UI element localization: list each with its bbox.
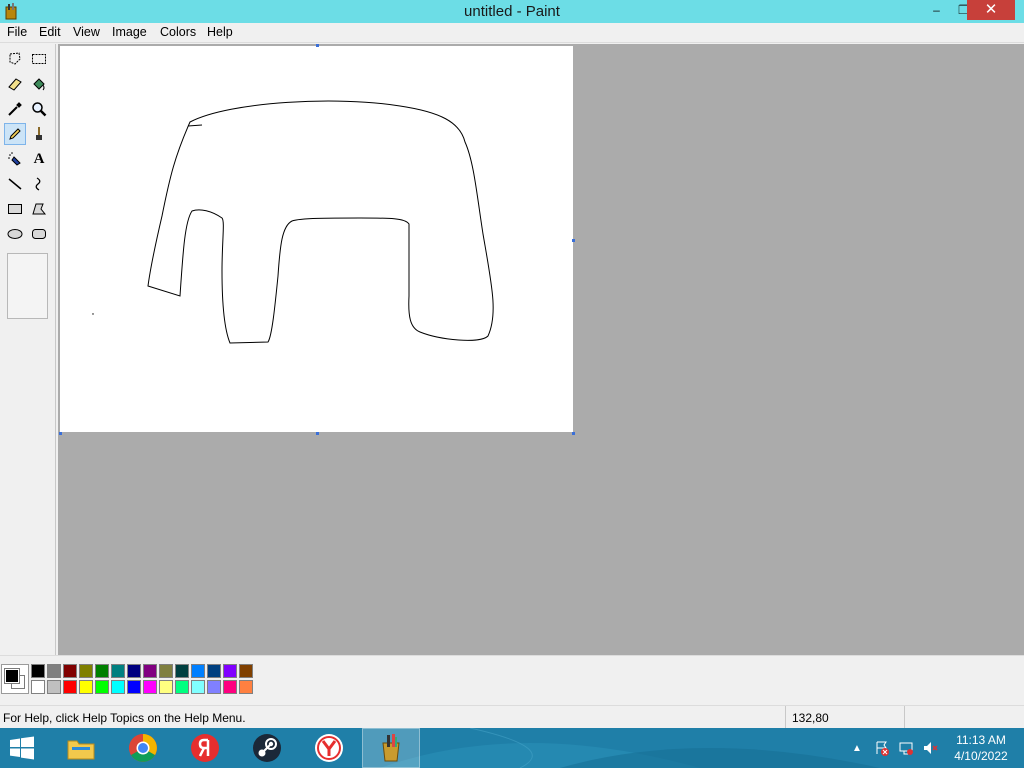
pencil-icon[interactable] (4, 123, 26, 145)
status-help-text: For Help, click Help Topics on the Help … (3, 711, 246, 725)
palette-swatch[interactable] (79, 664, 93, 678)
taskbar-file-explorer[interactable] (52, 728, 110, 768)
polygon-icon[interactable] (28, 198, 50, 220)
menu-view[interactable]: View (73, 25, 100, 39)
resize-handle[interactable] (572, 432, 575, 435)
menu-edit[interactable]: Edit (39, 25, 61, 39)
menu-file[interactable]: File (7, 25, 27, 39)
curve-icon[interactable] (28, 173, 50, 195)
fill-bucket-icon[interactable] (28, 73, 50, 95)
taskbar-clock[interactable]: 11:13 AM 4/10/2022 (946, 732, 1016, 764)
palette-swatch[interactable] (207, 664, 221, 678)
resize-handle[interactable] (59, 432, 62, 435)
drawing-canvas[interactable] (60, 46, 573, 432)
resize-handle[interactable] (316, 432, 319, 435)
palette-swatch[interactable] (31, 680, 45, 694)
palette-swatch[interactable] (63, 680, 77, 694)
palette-swatch[interactable] (223, 680, 237, 694)
airbrush-icon[interactable] (4, 148, 26, 170)
taskbar-chrome[interactable] (114, 728, 172, 768)
status-size-panel (904, 706, 1024, 728)
window-title: untitled - Paint (464, 3, 560, 20)
palette-swatch[interactable] (143, 664, 157, 678)
color-palette (0, 655, 1024, 705)
eraser-icon[interactable] (4, 73, 26, 95)
steam-icon (253, 734, 281, 762)
color-picker-icon[interactable] (4, 98, 26, 120)
menu-colors[interactable]: Colors (160, 25, 196, 39)
toolbox: A (0, 44, 56, 655)
paint-icon (382, 734, 400, 762)
title-bar: untitled - Paint – ❐ ✕ (0, 0, 1024, 23)
palette-swatch[interactable] (143, 680, 157, 694)
rounded-rect-icon[interactable] (28, 223, 50, 245)
palette-swatch[interactable] (239, 664, 253, 678)
palette-swatch[interactable] (47, 664, 61, 678)
folder-icon (67, 740, 95, 760)
yandex-icon (191, 734, 219, 762)
taskbar-steam[interactable] (238, 728, 296, 768)
taskbar-yandex-browser[interactable] (176, 728, 234, 768)
resize-handle[interactable] (316, 44, 319, 47)
palette-swatch[interactable] (63, 664, 77, 678)
palette-swatch[interactable] (223, 664, 237, 678)
menu-bar: File Edit View Image Colors Help (0, 23, 1024, 43)
menu-help[interactable]: Help (207, 25, 233, 39)
magnifier-icon[interactable] (28, 98, 50, 120)
free-form-select-icon[interactable] (4, 48, 26, 70)
palette-swatch[interactable] (47, 680, 61, 694)
workspace (58, 44, 1024, 655)
status-coordinates: 132,80 (785, 706, 903, 728)
palette-swatch[interactable] (127, 680, 141, 694)
taskbar-paint[interactable] (362, 728, 420, 768)
palette-swatch[interactable] (191, 664, 205, 678)
palette-swatch[interactable] (111, 680, 125, 694)
palette-swatch[interactable] (95, 680, 109, 694)
resize-handle[interactable] (572, 239, 575, 242)
palette-swatch[interactable] (207, 680, 221, 694)
action-center-icon[interactable] (872, 728, 892, 768)
menu-image[interactable]: Image (112, 25, 147, 39)
yandex-browser-icon (315, 734, 343, 762)
palette-swatch[interactable] (159, 680, 173, 694)
palette-swatch[interactable] (111, 664, 125, 678)
palette-swatch[interactable] (79, 680, 93, 694)
ellipse-icon[interactable] (4, 223, 26, 245)
clock-time: 11:13 AM (956, 733, 1006, 747)
line-icon[interactable] (4, 173, 26, 195)
current-colors[interactable] (1, 664, 29, 694)
status-bar: For Help, click Help Topics on the Help … (0, 705, 1024, 728)
network-icon[interactable] (896, 728, 916, 768)
tray-expand-icon[interactable]: ▲ (850, 728, 864, 768)
foreground-color[interactable] (4, 668, 20, 684)
palette-swatch[interactable] (239, 680, 253, 694)
taskbar: ▲ 11:13 AM 4/10/2022 (0, 728, 1024, 768)
volume-icon[interactable] (920, 728, 940, 768)
rect-select-icon[interactable] (28, 48, 50, 70)
palette-swatch[interactable] (127, 664, 141, 678)
chrome-icon (129, 734, 157, 762)
palette-swatch[interactable] (159, 664, 173, 678)
close-button[interactable]: ✕ (967, 0, 1015, 20)
canvas-drawing (92, 100, 494, 344)
text-icon[interactable]: A (28, 148, 50, 170)
clock-date: 4/10/2022 (954, 749, 1008, 763)
palette-swatch[interactable] (31, 664, 45, 678)
palette-swatch[interactable] (175, 680, 189, 694)
palette-swatch[interactable] (175, 664, 189, 678)
palette-swatch[interactable] (191, 680, 205, 694)
palette-swatch[interactable] (95, 664, 109, 678)
minimize-button[interactable]: – (923, 0, 950, 20)
taskbar-yandex-alt[interactable] (300, 728, 358, 768)
start-button[interactable] (8, 736, 36, 760)
rectangle-icon[interactable] (4, 198, 26, 220)
brush-icon[interactable] (28, 123, 50, 145)
tool-options-box[interactable] (7, 253, 48, 319)
